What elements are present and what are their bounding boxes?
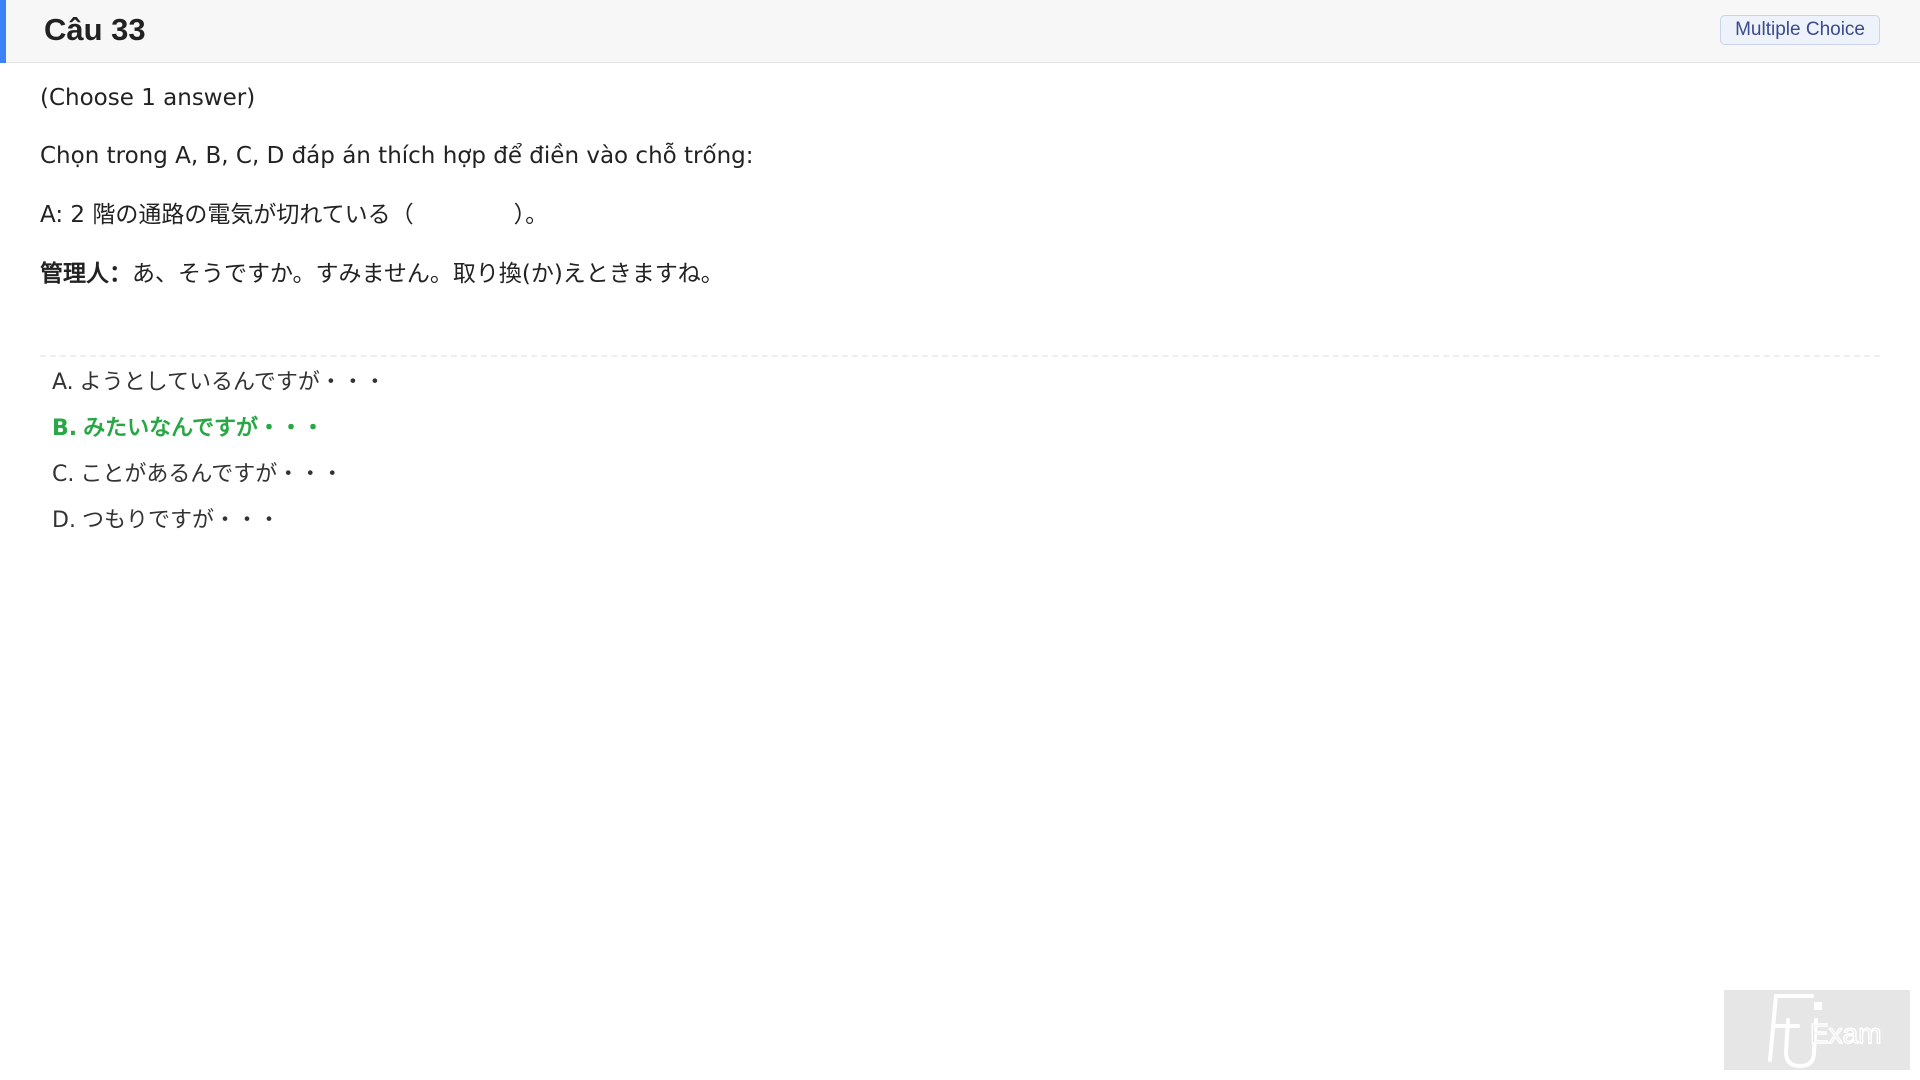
question-title: Câu 33	[44, 12, 146, 47]
option-c-letter: C.	[52, 462, 75, 487]
question-page: Câu 33 Multiple Choice (Choose 1 answer)…	[0, 0, 1920, 1080]
fu-exam-watermark: Exam	[1724, 990, 1910, 1070]
question-type-badge: Multiple Choice	[1720, 15, 1880, 45]
option-a-text: ようとしているんですが・・・	[79, 370, 386, 395]
question-header: Câu 33 Multiple Choice	[0, 0, 1920, 63]
option-d-letter: D.	[52, 508, 76, 533]
dialogue-line-a: A: 2 階の通路の電気が切れている（ ）。	[40, 198, 548, 232]
dialogue-line-a-prefix: A: 2 階の通路の電気が切れている（	[40, 202, 414, 228]
option-b-correct[interactable]: B. みたいなんですが・・・	[52, 409, 324, 449]
dialogue-line-b: 管理人：あ、そうですか。すみません。取り換(か)えときますね。	[40, 257, 724, 291]
fu-exam-logo-icon: Exam	[1768, 994, 1882, 1069]
dialogue-speaker-manager: 管理人：	[40, 261, 132, 287]
option-b-text: みたいなんですが・・・	[83, 416, 325, 441]
answer-count-instruction: (Choose 1 answer)	[40, 85, 256, 111]
dialogue-line-a-suffix: ）。	[513, 202, 549, 228]
option-d-text: つもりですが・・・	[81, 508, 280, 533]
option-d[interactable]: D. つもりですが・・・	[52, 501, 280, 541]
question-directive: Chọn trong A, B, C, D đáp án thích hợp đ…	[40, 143, 754, 169]
svg-text:Exam: Exam	[1810, 1018, 1882, 1049]
option-a-letter: A.	[52, 370, 74, 395]
option-c[interactable]: C. ことがあるんですが・・・	[52, 455, 343, 495]
dialogue-line-b-text: あ、そうですか。すみません。取り換(か)えときますね。	[132, 261, 724, 287]
option-c-text: ことがあるんですが・・・	[80, 462, 344, 487]
options-divider	[40, 355, 1880, 357]
option-a[interactable]: A. ようとしているんですが・・・	[52, 363, 386, 403]
option-b-letter: B.	[52, 416, 78, 441]
header-accent-bar	[0, 0, 6, 63]
